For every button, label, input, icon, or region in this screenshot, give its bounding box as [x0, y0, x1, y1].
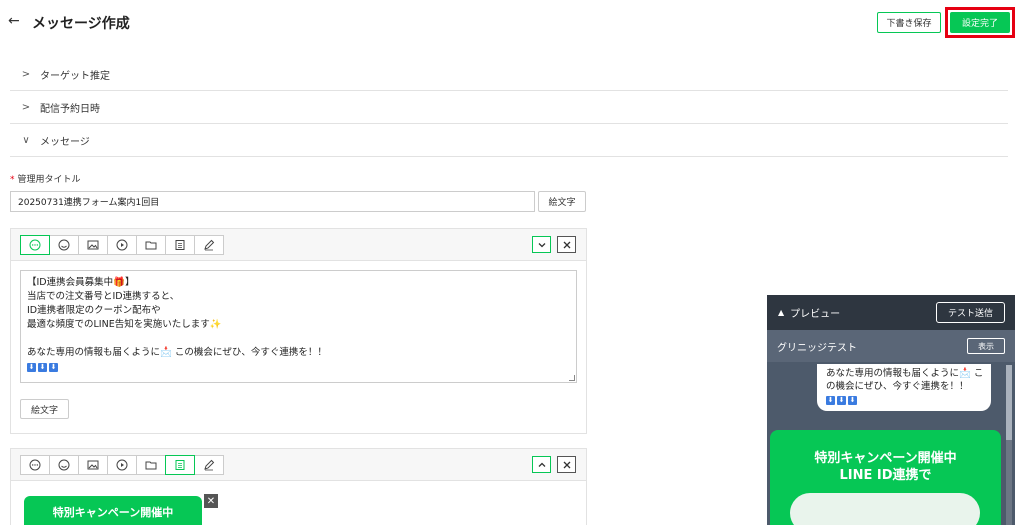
message-emoji-button[interactable]: 絵文字	[20, 399, 69, 419]
sticker-icon[interactable]	[49, 235, 79, 255]
preview-promo-banner: 特別キャンペーン開催中 LINE ID連携で	[770, 430, 1001, 525]
section-message[interactable]: ∨ メッセージ	[10, 124, 1008, 157]
message-type-tabs	[20, 235, 224, 255]
section-target-estimate[interactable]: > ターゲット推定	[10, 58, 1008, 91]
video-icon[interactable]	[107, 455, 137, 475]
folder-icon[interactable]	[136, 455, 166, 475]
message-textarea[interactable]: 【ID連携会員募集中🎁】 当店での注文番号とID連携すると、 ID連携者限定のク…	[20, 270, 577, 383]
message-line: 当店での注文番号とID連携すると、	[27, 291, 180, 302]
preview-panel: ▲ プレビュー テスト送信 グリニッジテスト 表示 あなた専用の情報も届くように…	[767, 295, 1015, 525]
section-label: 配信予約日時	[40, 103, 100, 115]
image-icon[interactable]	[78, 455, 108, 475]
title-emoji-button[interactable]: 絵文字	[538, 191, 586, 212]
bubble-line: の機会にぜひ、今すぐ連携を！！	[826, 381, 969, 392]
preview-message-bubble: あなた専用の情報も届くように📩 こ の機会にぜひ、今すぐ連携を！！ ⬇ ⬇ ⬇	[817, 364, 991, 411]
message-line: ID連携者限定のクーポン配布や	[27, 305, 161, 316]
message-line	[27, 332, 570, 346]
resize-handle[interactable]	[569, 375, 575, 381]
message-card-2: 特別キャンペーン開催中 ✕	[10, 448, 587, 525]
message-line: 【ID連携会員募集中🎁】	[27, 277, 135, 288]
close-icon[interactable]	[557, 456, 576, 473]
preview-header: ▲ プレビュー テスト送信	[767, 295, 1015, 330]
folder-icon[interactable]	[136, 235, 166, 255]
preview-scrollbar[interactable]	[1006, 365, 1012, 525]
chevron-right-icon: >	[21, 101, 31, 113]
finish-settings-button[interactable]: 設定完了	[950, 12, 1010, 33]
arrow-down-emojis: ⬇ ⬇ ⬇	[826, 396, 857, 405]
rich-message-icon[interactable]	[165, 235, 195, 255]
admin-title-input[interactable]: 20250731連携フォーム案内1回目	[10, 191, 535, 212]
bubble-line: あなた専用の情報も届くように📩 こ	[826, 368, 984, 379]
admin-title-label-text: 管理用タイトル	[17, 175, 81, 185]
preview-title: プレビュー	[790, 309, 841, 320]
chevron-up-icon[interactable]	[532, 456, 551, 473]
admin-title-label: * 管理用タイトル	[10, 172, 81, 185]
image-icon[interactable]	[78, 235, 108, 255]
chevron-down-icon[interactable]	[532, 236, 551, 253]
arrow-down-icon: ⬇	[826, 396, 835, 405]
message-card-1: 【ID連携会員募集中🎁】 当店での注文番号とID連携すると、 ID連携者限定のク…	[10, 228, 587, 434]
close-icon[interactable]	[557, 236, 576, 253]
video-icon[interactable]	[107, 235, 137, 255]
message-toolbar	[11, 229, 586, 261]
rich-message-banner[interactable]: 特別キャンペーン開催中	[24, 496, 202, 525]
page-title: メッセージ作成	[32, 16, 130, 32]
preview-account-bar: グリニッジテスト 表示	[767, 330, 1015, 362]
promo-line: LINE ID連携で	[839, 468, 932, 483]
message-line: あなた専用の情報も届くように📩 この機会にぜひ、今すぐ連携を！！	[27, 347, 327, 358]
arrow-down-icon: ⬇	[27, 363, 36, 372]
highlight-box: 設定完了	[945, 7, 1015, 38]
section-label: ターゲット推定	[40, 70, 110, 82]
pen-icon[interactable]	[194, 455, 224, 475]
chevron-down-icon: ∨	[22, 134, 30, 146]
section-label: メッセージ	[40, 136, 90, 148]
rich-message-icon[interactable]	[165, 455, 195, 475]
text-message-icon[interactable]	[20, 235, 50, 255]
save-draft-button[interactable]: 下書き保存	[877, 12, 941, 33]
section-schedule[interactable]: > 配信予約日時	[10, 91, 1008, 124]
page-header: ← メッセージ作成 下書き保存 設定完了	[0, 0, 1024, 46]
close-icon[interactable]: ✕	[204, 494, 218, 508]
account-name: グリニッジテスト	[777, 342, 857, 354]
promo-decoration	[790, 493, 980, 525]
pen-icon[interactable]	[194, 235, 224, 255]
test-send-button[interactable]: テスト送信	[936, 302, 1005, 323]
message-line: 最適な頻度でのLINE告知を実施いたします✨	[27, 319, 222, 330]
sticker-icon[interactable]	[49, 455, 79, 475]
promo-line: 特別キャンペーン開催中	[814, 451, 957, 466]
show-button[interactable]: 表示	[967, 338, 1005, 354]
required-mark: *	[10, 175, 15, 185]
text-message-icon[interactable]	[20, 455, 50, 475]
arrow-down-emojis: ⬇ ⬇ ⬇	[27, 363, 58, 372]
scrollbar-thumb[interactable]	[1006, 440, 1012, 525]
arrow-down-icon: ⬇	[38, 363, 47, 372]
message-type-tabs	[20, 455, 224, 475]
message-toolbar	[11, 449, 586, 481]
arrow-down-icon: ⬇	[49, 363, 58, 372]
caret-up-icon[interactable]: ▲	[778, 308, 784, 317]
arrow-down-icon: ⬇	[837, 396, 846, 405]
arrow-down-icon: ⬇	[848, 396, 857, 405]
arrow-left-icon[interactable]: ←	[8, 13, 20, 29]
chevron-right-icon: >	[21, 68, 31, 80]
